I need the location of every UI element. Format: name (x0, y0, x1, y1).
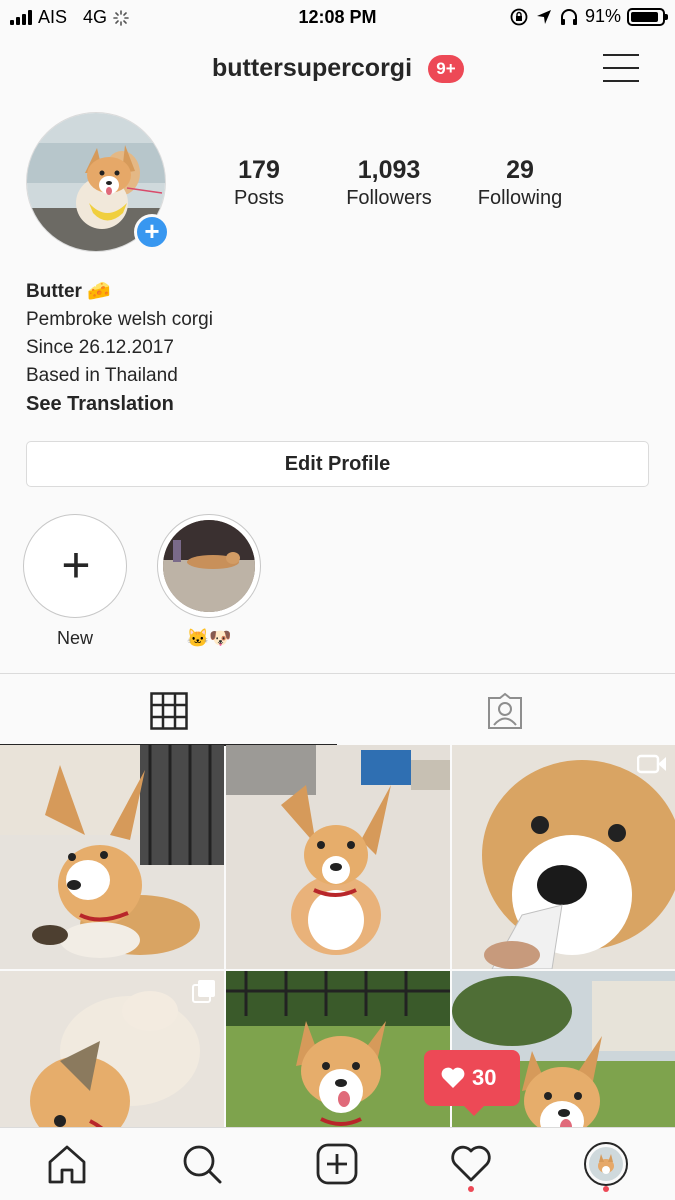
status-right: 91% (509, 6, 668, 27)
post-thumbnail[interactable] (0, 971, 224, 1127)
home-icon (48, 1145, 86, 1184)
highlight-image (163, 520, 255, 612)
post-thumbnail[interactable] (0, 745, 224, 969)
status-bar: AIS 4G 12:08 PM 91% (0, 0, 675, 36)
activity-likes-popup[interactable]: 30 (424, 1050, 520, 1116)
highlight-label: 🐱🐶 (186, 628, 232, 648)
tagged-person-icon (488, 692, 522, 729)
grid-icon (150, 692, 188, 730)
add-post-icon (316, 1143, 358, 1185)
nav-profile[interactable] (584, 1142, 628, 1192)
highlight-new[interactable]: + New (23, 514, 127, 649)
followers-label: Followers (346, 187, 432, 209)
notification-badge[interactable]: 9+ (428, 55, 464, 83)
bio-line: Pembroke welsh corgi (26, 309, 213, 330)
heart-icon (441, 1067, 465, 1088)
see-translation-link[interactable]: See Translation (26, 390, 213, 418)
add-story-button[interactable]: + (134, 214, 170, 250)
headphones-icon (560, 8, 577, 25)
location-icon (536, 9, 551, 24)
likes-count: 30 (472, 1065, 497, 1090)
profile-avatar-wrap[interactable]: + (26, 112, 170, 252)
multiple-photos-icon (192, 980, 215, 1003)
highlight-circle[interactable] (157, 514, 261, 618)
highlight-item[interactable]: 🐱🐶 (157, 514, 261, 649)
profile-name: Butter 🧀 (26, 281, 111, 302)
nav-new-post[interactable] (315, 1142, 359, 1186)
activity-dot (468, 1186, 474, 1192)
search-icon (183, 1145, 222, 1184)
stat-following[interactable]: 29 Following (468, 156, 572, 210)
edit-profile-button[interactable]: Edit Profile (26, 441, 649, 487)
bottom-nav (0, 1127, 675, 1200)
following-count: 29 (506, 156, 534, 184)
profile-tabs (0, 673, 675, 746)
followers-count: 1,093 (357, 156, 421, 184)
menu-button[interactable] (603, 54, 639, 84)
posts-count: 179 (238, 156, 280, 184)
stat-followers[interactable]: 1,093 Followers (334, 156, 444, 210)
bio: Butter 🧀 Pembroke welsh corgi Since 26.1… (26, 278, 213, 418)
highlight-label: New (56, 628, 93, 648)
battery-icon (627, 7, 668, 26)
rotation-lock-icon (510, 8, 528, 25)
nav-home[interactable] (45, 1142, 89, 1186)
following-label: Following (477, 187, 563, 209)
nav-search[interactable] (180, 1142, 224, 1186)
plus-icon: + (61, 537, 91, 593)
post-thumbnail[interactable] (452, 745, 675, 969)
post-thumbnail[interactable] (226, 971, 450, 1127)
heart-outline-icon (451, 1145, 491, 1182)
post-grid (0, 745, 675, 1127)
video-icon (637, 754, 666, 774)
tab-grid[interactable] (0, 674, 337, 746)
hamburger-icon (603, 54, 639, 56)
nav-activity[interactable] (449, 1142, 493, 1192)
tab-tagged[interactable] (338, 674, 675, 746)
bio-line: Since 26.12.2017 (26, 337, 174, 358)
bio-line: Based in Thailand (26, 365, 178, 386)
stat-posts[interactable]: 179 Posts (210, 156, 308, 210)
posts-label: Posts (233, 187, 285, 209)
profile-dot (603, 1186, 609, 1192)
username-title[interactable]: buttersupercorgi (212, 54, 412, 83)
highlight-new-circle[interactable]: + (23, 514, 127, 618)
profile-avatar-icon (584, 1142, 628, 1186)
profile-header: buttersupercorgi 9+ (0, 46, 675, 92)
battery-percent: 91% (584, 6, 621, 26)
post-thumbnail[interactable] (226, 745, 450, 969)
